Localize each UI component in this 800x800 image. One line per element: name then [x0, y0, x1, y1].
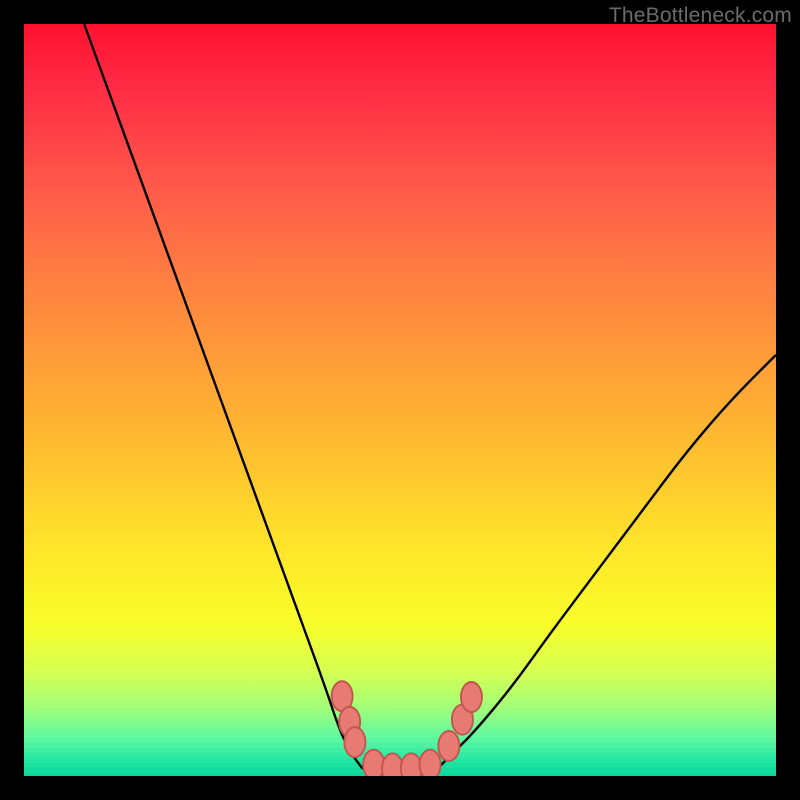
bead-marker [420, 750, 441, 776]
bead-marker [344, 727, 365, 757]
curve-right-branch [438, 355, 776, 769]
bead-marker [461, 682, 482, 712]
chart-stage: TheBottleneck.com [0, 0, 800, 800]
bead-marker [382, 753, 403, 776]
curve-left-branch [84, 24, 362, 768]
plot-area [24, 24, 776, 776]
bead-marker [363, 750, 384, 776]
curve-layer [24, 24, 776, 776]
bead-marker [438, 731, 459, 761]
bead-markers [332, 681, 482, 776]
